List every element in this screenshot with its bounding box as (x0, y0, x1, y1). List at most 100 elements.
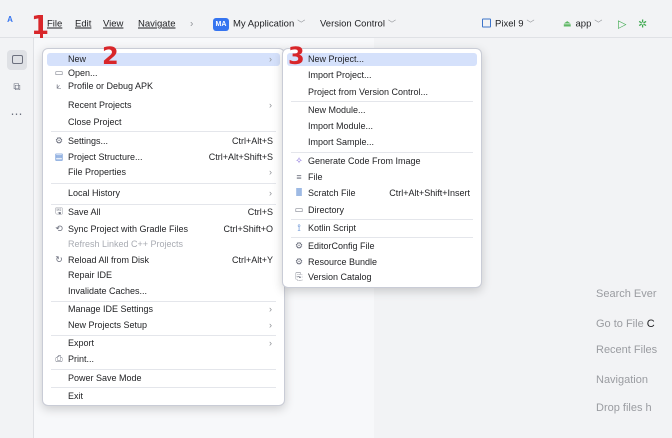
menu-separator (51, 204, 276, 205)
android-studio-logo[interactable]: A (5, 15, 15, 25)
hint-drop-files: Drop files h (596, 402, 652, 414)
hint-search-everywhere: Search Ever (596, 288, 657, 300)
menu-item-scratch-file[interactable]: ≣ Scratch File Ctrl+Alt+Shift+Insert (287, 187, 477, 200)
more-tools-button[interactable]: ⋯ (7, 104, 27, 124)
menu-item-label: Import Module... (308, 121, 374, 132)
menu-item-profile-apk[interactable]: ⟀ Profile or Debug APK (47, 80, 280, 93)
vcs-label: Version Control (320, 18, 385, 30)
menu-item-import-module[interactable]: Import Module... (287, 120, 477, 133)
menu-item-label: File Properties (68, 167, 127, 178)
menu-item-settings[interactable]: ⚙ Settings... Ctrl+Alt+S (47, 135, 280, 148)
menu-item-label: Scratch File (308, 188, 356, 199)
menu-item-exit[interactable]: Exit (47, 390, 280, 403)
menu-item-editorconfig[interactable]: ⚙ EditorConfig File (287, 240, 477, 253)
menu-separator (291, 237, 473, 238)
menu-item-file-properties[interactable]: File Properties › (47, 166, 280, 179)
menu-item-label: Import Project... (308, 70, 372, 81)
device-selector[interactable]: Pixel 9 ﹀ (482, 18, 535, 30)
menu-item-sync-gradle[interactable]: ⟲ Sync Project with Gradle Files Ctrl+Shif… (47, 223, 280, 236)
project-selector[interactable]: My Application ﹀ (233, 19, 305, 30)
menu-item-new-module[interactable]: New Module... (287, 104, 477, 117)
menu-item-print[interactable]: ⎙ Print... (47, 353, 280, 366)
menu-item-label: Resource Bundle (308, 257, 378, 268)
menu-item-label: Export (68, 338, 95, 349)
menu-separator (51, 335, 276, 336)
menu-item-label: Close Project (68, 117, 122, 128)
menu-item-version-catalog[interactable]: ⎘ Version Catalog (287, 271, 477, 284)
shortcut: Ctrl+Alt+S (231, 136, 273, 147)
gear-icon: ⚙ (294, 240, 304, 251)
run-icon[interactable]: ▷ (618, 18, 626, 31)
menu-item-label: Recent Projects (68, 100, 132, 111)
menu-item-power-save[interactable]: Power Save Mode (47, 372, 280, 385)
sync-icon: ⟲ (55, 223, 63, 234)
menu-item-label: Import Sample... (308, 137, 375, 148)
debug-icon[interactable]: ✲ (638, 18, 647, 31)
menu-item-label: Invalidate Caches... (68, 286, 148, 297)
menu-item-open[interactable]: ▭ Open... (47, 67, 280, 80)
hint-recent-files: Recent Files (596, 344, 658, 356)
hint-goto-file: Go to File C (596, 318, 655, 330)
menu-item-label: New Module... (308, 105, 366, 116)
menu-item-close-project[interactable]: Close Project (47, 116, 280, 129)
shortcut: Ctrl+S (247, 207, 273, 218)
menu-item-manage-ide-settings[interactable]: Manage IDE Settings › (47, 303, 280, 316)
save-icon: 🖫 (55, 206, 63, 217)
menu-item-refresh-cpp: Refresh Linked C++ Projects (47, 238, 280, 251)
folder-icon (11, 55, 23, 64)
folder-icon: ▭ (294, 204, 304, 215)
menu-separator (51, 131, 276, 132)
menu-item-import-sample[interactable]: Import Sample... (287, 136, 477, 149)
step-number-3: 3 (288, 42, 305, 70)
chevron-right-icon: › (269, 100, 272, 111)
menu-item-save-all[interactable]: 🖫 Save All Ctrl+S (47, 206, 280, 219)
menu-item-new-projects-setup[interactable]: New Projects Setup › (47, 319, 280, 332)
chevron-down-icon: ﹀ (387, 19, 396, 29)
menu-item-label: Open... (68, 68, 98, 79)
menu-item-import-project[interactable]: Import Project... (287, 69, 477, 82)
run-config-selector[interactable]: ⏏ app ﹀ (563, 19, 602, 30)
profile-icon: ⟀ (56, 80, 62, 91)
chevron-right-icon: › (269, 167, 272, 178)
menu-file[interactable]: File (47, 19, 62, 30)
print-icon: ⎙ (55, 353, 63, 364)
menu-navigate[interactable]: Navigate (138, 19, 176, 30)
menu-item-project-structure[interactable]: ▤ Project Structure... Ctrl+Alt+Shift+S (47, 151, 280, 164)
menu-item-new-project[interactable]: New Project... (287, 53, 477, 66)
title-bar: A File Edit View Navigate › MA My Applic… (0, 0, 672, 40)
menu-item-label: Sync Project with Gradle Files (68, 224, 189, 235)
menu-item-directory[interactable]: ▭ Directory (287, 204, 477, 217)
menu-item-label: File (308, 172, 323, 183)
menu-item-export[interactable]: Export › (47, 337, 280, 350)
structure-tool-button[interactable]: ⧉ (7, 78, 27, 98)
sparkle-icon: ✧ (295, 155, 303, 166)
menu-item-label: EditorConfig File (308, 241, 375, 252)
project-name: My Application (233, 18, 295, 30)
project-tool-button[interactable] (7, 50, 27, 70)
menu-item-repair-ide[interactable]: Repair IDE (47, 269, 280, 282)
menu-item-generate-code-image[interactable]: ✧ Generate Code From Image (287, 155, 477, 168)
menu-item-label: New Project... (308, 54, 365, 65)
menu-separator (51, 183, 276, 184)
chevron-down-icon: ﹀ (297, 19, 306, 29)
menu-item-local-history[interactable]: Local History › (47, 187, 280, 200)
menu-item-file[interactable]: ≡ File (287, 171, 477, 184)
menu-item-resource-bundle[interactable]: ⚙ Resource Bundle (287, 256, 477, 269)
menu-view[interactable]: View (103, 19, 123, 30)
reload-icon: ↻ (55, 254, 63, 265)
menu-item-label: Project from Version Control... (308, 87, 429, 98)
menu-item-invalidate-caches[interactable]: Invalidate Caches... (47, 285, 280, 298)
menu-item-reload-disk[interactable]: ↻ Reload All from Disk Ctrl+Alt+Y (47, 254, 280, 267)
step-number-1: 1 (31, 11, 50, 41)
menu-item-kotlin-script[interactable]: ⟟ Kotlin Script (287, 222, 477, 235)
project-badge[interactable]: MA (213, 18, 229, 31)
menu-item-project-from-vcs[interactable]: Project from Version Control... (287, 86, 477, 99)
menu-item-new[interactable]: New › (47, 53, 280, 66)
menu-edit[interactable]: Edit (75, 19, 91, 30)
chevron-right-icon: › (269, 188, 272, 199)
device-icon (482, 18, 491, 28)
vcs-selector[interactable]: Version Control ﹀ (320, 19, 396, 30)
menu-separator (51, 369, 276, 370)
menu-item-recent-projects[interactable]: Recent Projects › (47, 99, 280, 112)
hint-goto-text: Go to File (596, 318, 647, 330)
